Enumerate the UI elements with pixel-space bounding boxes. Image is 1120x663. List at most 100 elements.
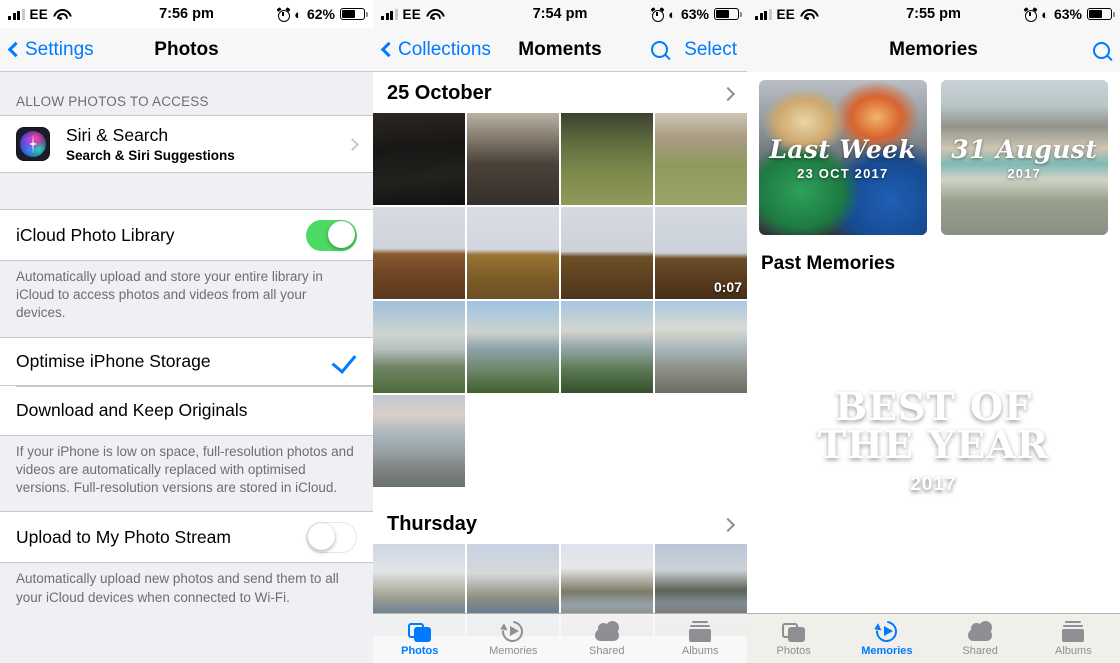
photos-icon: [407, 621, 433, 643]
moment-date-label: 25 October: [387, 82, 492, 104]
chevron-left-icon: [7, 41, 24, 58]
alarm-icon: [1023, 7, 1038, 22]
memory-card-title: Last Week: [769, 134, 917, 164]
photo-tile[interactable]: [561, 207, 653, 299]
search-icon[interactable]: [651, 41, 669, 58]
tab-label: Albums: [681, 644, 719, 657]
three-phone-screenshots: EE 7:56 pm ◐ 62% Settings Photos ALLOW P…: [0, 0, 1120, 663]
nav-bar-settings: Settings Photos: [0, 28, 373, 72]
tab-memories[interactable]: Memories: [467, 616, 561, 657]
photo-tile[interactable]: [373, 395, 465, 487]
photo-tile[interactable]: [467, 301, 559, 393]
siri-row-title: Siri & Search: [66, 125, 169, 145]
memory-card-title: 31 August: [951, 134, 1098, 164]
optimise-storage-label: Optimise iPhone Storage: [16, 350, 211, 371]
settings-list: ALLOW PHOTOS TO ACCESS Siri & Search Sea…: [0, 72, 373, 663]
sidebar-item-siri-search[interactable]: Siri & Search Search & Siri Suggestions: [0, 115, 373, 173]
memory-card-subtitle: 2017: [1007, 165, 1042, 181]
storage-footer-text: If your iPhone is low on space, full-res…: [16, 443, 354, 496]
memory-card-last-week[interactable]: Last Week 23 OCT 2017: [759, 80, 927, 235]
photos-memories-screen: EE 7:55 pm ◐ 63% Memories Last Week 23 O…: [747, 0, 1120, 663]
memory-big-title-line1: BEST OF: [834, 384, 1033, 429]
status-bar-memories: EE 7:55 pm ◐ 63%: [747, 0, 1120, 28]
settings-photos-screen: EE 7:56 pm ◐ 62% Settings Photos ALLOW P…: [0, 0, 373, 663]
nav-bar-moments: Collections Moments Select: [373, 28, 747, 72]
shared-cloud-icon: [967, 620, 993, 643]
icloud-footer-text: Automatically upload and store your enti…: [16, 269, 323, 321]
tab-bar-memories: Photos Memories Shared Albums: [747, 613, 1120, 663]
back-label: Settings: [25, 38, 94, 60]
tab-shared[interactable]: Shared: [560, 620, 654, 657]
nav-right-actions: Select: [651, 39, 737, 61]
status-right: ◐ 63%: [1023, 6, 1115, 22]
memory-big-title-line2: THE YEAR: [817, 422, 1050, 467]
search-icon[interactable]: [1093, 41, 1110, 59]
past-memories-heading: Past Memories: [761, 253, 896, 274]
bluetooth-icon: ◐: [1041, 6, 1049, 22]
memories-scroll-area[interactable]: Last Week 23 OCT 2017 31 August 2017 Pas…: [747, 72, 1120, 663]
battery-icon: [714, 8, 742, 20]
memory-card-best-of-the-year[interactable]: BEST OF THE YEAR 2017: [759, 283, 1108, 601]
status-left: EE: [381, 7, 441, 22]
photo-tile[interactable]: [467, 207, 559, 299]
battery-percent: 63%: [1053, 6, 1082, 22]
moments-scroll-area[interactable]: 25 October 0:07 Thursday: [373, 72, 747, 663]
memory-card-overlay: Last Week 23 OCT 2017: [759, 80, 927, 235]
group-header-allow-access: ALLOW PHOTOS TO ACCESS: [16, 94, 209, 109]
signal-bars-icon: [8, 8, 25, 20]
battery-percent: 63%: [680, 6, 709, 22]
battery-icon: [340, 8, 368, 20]
photo-tile[interactable]: [561, 301, 653, 393]
siri-icon: [16, 127, 50, 161]
chevron-left-icon: [380, 41, 397, 58]
icloud-photo-library-row[interactable]: iCloud Photo Library: [0, 209, 373, 261]
moment-section-header-2[interactable]: Thursday: [373, 487, 747, 544]
tab-photos[interactable]: Photos: [373, 621, 467, 657]
status-right: ◐ 63%: [650, 6, 742, 22]
status-left: EE: [755, 7, 815, 22]
back-button-settings[interactable]: Settings: [7, 38, 94, 61]
download-originals-label: Download and Keep Originals: [16, 400, 248, 421]
photo-tile[interactable]: [655, 301, 747, 393]
photo-tile[interactable]: [373, 113, 465, 205]
chevron-right-icon: [346, 137, 359, 151]
video-tile[interactable]: 0:07: [655, 207, 747, 299]
albums-icon: [1060, 620, 1086, 643]
memory-card-31-august[interactable]: 31 August 2017: [940, 80, 1108, 235]
memories-icon: [871, 616, 902, 646]
recent-memories-row: Last Week 23 OCT 2017 31 August 2017: [747, 72, 1120, 235]
moment-section-header-1[interactable]: 25 October: [373, 72, 747, 113]
select-button[interactable]: Select: [684, 39, 737, 61]
tab-shared[interactable]: Shared: [934, 620, 1027, 657]
tab-label: Photos: [401, 644, 439, 657]
tab-albums[interactable]: Albums: [654, 620, 748, 657]
photo-tile[interactable]: [655, 113, 747, 205]
bluetooth-icon: ◐: [294, 6, 302, 22]
photos-icon: [781, 621, 807, 643]
photo-tile[interactable]: [561, 113, 653, 205]
signal-bars-icon: [755, 8, 772, 20]
photo-tile[interactable]: [467, 113, 559, 205]
siri-row-subtitle: Search & Siri Suggestions: [66, 148, 235, 163]
checkmark-icon: [331, 348, 357, 375]
photo-stream-footer-text: Automatically upload new photos and send…: [16, 571, 339, 605]
battery-percent: 62%: [306, 6, 335, 22]
photo-stream-label: Upload to My Photo Stream: [16, 526, 231, 547]
photo-stream-toggle[interactable]: [306, 521, 357, 553]
alarm-icon: [650, 7, 665, 22]
download-originals-row[interactable]: Download and Keep Originals: [0, 386, 373, 436]
nav-bar-memories: Memories: [747, 28, 1120, 72]
photo-tile[interactable]: [373, 207, 465, 299]
tab-memories[interactable]: Memories: [840, 616, 933, 657]
bluetooth-icon: ◐: [668, 6, 676, 22]
optimise-storage-row[interactable]: Optimise iPhone Storage: [0, 336, 373, 386]
photo-stream-row[interactable]: Upload to My Photo Stream: [0, 511, 373, 564]
signal-bars-icon: [381, 8, 398, 20]
tab-albums[interactable]: Albums: [1027, 620, 1120, 657]
back-button-collections[interactable]: Collections: [380, 39, 491, 61]
photo-tile[interactable]: [373, 301, 465, 393]
alarm-icon: [276, 7, 291, 22]
tab-photos[interactable]: Photos: [747, 621, 840, 657]
icloud-photo-library-label: iCloud Photo Library: [16, 224, 175, 245]
icloud-photo-library-toggle[interactable]: [306, 219, 357, 251]
